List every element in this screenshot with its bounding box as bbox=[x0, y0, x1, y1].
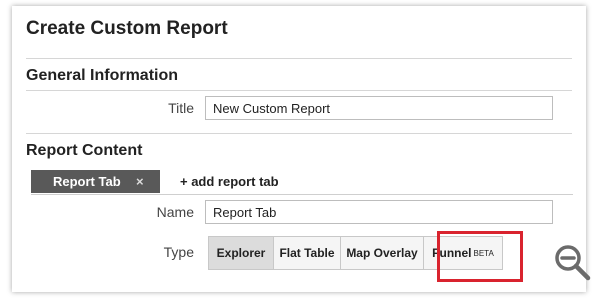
funnel-highlight-box bbox=[437, 231, 523, 282]
title-label: Title bbox=[168, 100, 194, 116]
divider bbox=[26, 90, 572, 91]
page-title: Create Custom Report bbox=[26, 18, 228, 39]
type-flat-table-button[interactable]: Flat Table bbox=[273, 236, 341, 270]
report-panel: Create Custom Report General Information… bbox=[12, 6, 591, 292]
title-input[interactable] bbox=[205, 96, 553, 120]
name-input[interactable] bbox=[205, 200, 553, 224]
name-label: Name bbox=[156, 204, 194, 220]
divider bbox=[26, 133, 572, 134]
zoom-out-icon[interactable] bbox=[552, 242, 592, 282]
report-tab-label: Report Tab bbox=[53, 174, 121, 189]
divider bbox=[26, 58, 572, 59]
report-tab-bar: Report Tab × + add report tab bbox=[31, 170, 573, 195]
close-icon[interactable]: × bbox=[136, 170, 144, 193]
type-explorer-button[interactable]: Explorer bbox=[208, 236, 274, 270]
add-report-tab-link[interactable]: + add report tab bbox=[180, 174, 279, 189]
type-map-overlay-button[interactable]: Map Overlay bbox=[340, 236, 424, 270]
report-content-heading: Report Content bbox=[26, 142, 143, 159]
report-tab[interactable]: Report Tab × bbox=[31, 170, 160, 193]
type-label: Type bbox=[163, 244, 194, 260]
general-info-heading: General Information bbox=[26, 67, 179, 84]
